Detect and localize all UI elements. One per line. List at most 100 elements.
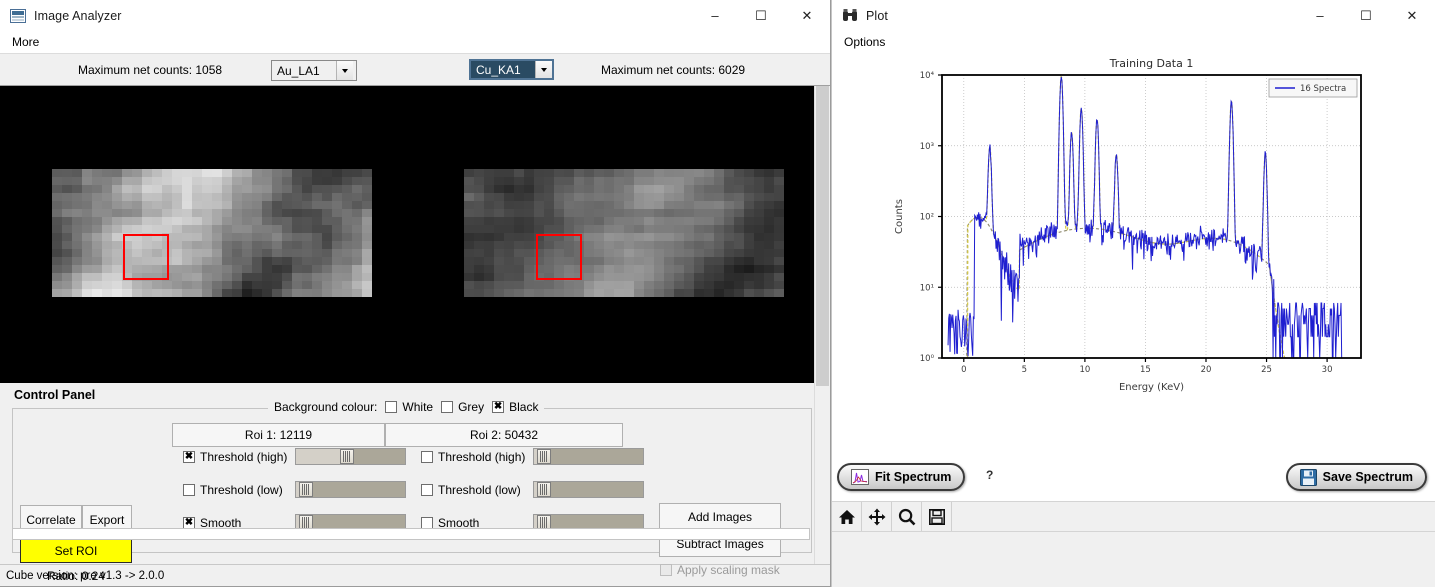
home-icon[interactable] — [832, 502, 862, 532]
image-display-area[interactable] — [0, 86, 830, 383]
horizontal-scrollbar[interactable] — [12, 528, 810, 540]
roi2-threshold-high-label: Threshold (high) — [438, 450, 525, 464]
spectrum-chart[interactable]: Training Data 1051015202530Energy (KeV)1… — [832, 53, 1435, 453]
max-net-counts-left: Maximum net counts: 1058 — [78, 63, 222, 77]
max-net-counts-right: Maximum net counts: 6029 — [601, 63, 745, 77]
fit-spectrum-label: Fit Spectrum — [875, 470, 951, 484]
checkbox-roi2-threshold-low[interactable] — [421, 484, 433, 496]
roi2-button[interactable]: Roi 2: 50432 — [385, 423, 623, 447]
plot-title-text: Plot — [866, 9, 888, 23]
checkbox-grey[interactable] — [441, 401, 453, 413]
move-icon[interactable] — [862, 502, 892, 532]
checkbox-roi2-threshold-high[interactable] — [421, 451, 433, 463]
vertical-scrollbar-thumb[interactable] — [816, 86, 829, 386]
background-option-grey[interactable]: Grey — [441, 400, 484, 414]
svg-text:10⁰: 10⁰ — [920, 354, 935, 364]
svg-text:20: 20 — [1201, 365, 1212, 375]
roi1-threshold-low-slider[interactable] — [295, 481, 406, 498]
background-colour-label: Background colour: — [274, 400, 377, 414]
checkbox-apply-scaling-mask — [660, 564, 672, 576]
analyzer-titlebar: Image Analyzer – ☐ ✕ — [0, 0, 830, 31]
checkbox-black[interactable]: ✖ — [492, 401, 504, 413]
zoom-icon[interactable] — [892, 502, 922, 532]
background-option-white-label: White — [402, 400, 433, 414]
svg-text:10²: 10² — [920, 213, 934, 223]
roi2-threshold-low-checkbox-wrap[interactable]: Threshold (low) — [421, 483, 533, 497]
matplotlib-nav-toolbar — [832, 501, 1435, 531]
svg-text:10: 10 — [1079, 365, 1090, 375]
vertical-scrollbar[interactable] — [814, 86, 830, 564]
roi2-threshold-high-checkbox-wrap[interactable]: Threshold (high) — [421, 450, 533, 464]
svg-text:15: 15 — [1140, 365, 1151, 375]
save-spectrum-label: Save Spectrum — [1323, 470, 1413, 484]
plot-window: Plot – ☐ ✕ Options Training Data 1051015… — [831, 0, 1435, 587]
element-select-left[interactable]: Au_LA1 — [271, 60, 357, 81]
control-panel: Control Panel Background colour: White G… — [0, 383, 830, 564]
roi1-button[interactable]: Roi 1: 12119 — [172, 423, 385, 447]
svg-text:16 Spectra: 16 Spectra — [1300, 84, 1346, 94]
roi2-threshold-low-label: Threshold (low) — [438, 483, 521, 497]
spectrum-chart-svg[interactable]: Training Data 1051015202530Energy (KeV)1… — [832, 53, 1435, 453]
save-spectrum-button[interactable]: Save Spectrum — [1286, 463, 1427, 491]
ratio-label: Ratio: 0.24 — [20, 569, 132, 583]
maximize-button[interactable]: ☐ — [738, 0, 784, 31]
chevron-down-icon — [336, 61, 353, 80]
spectrum-peaks-icon — [851, 469, 869, 485]
checkbox-roi1-threshold-high[interactable]: ✖ — [183, 451, 195, 463]
roi1-threshold-high-row: ✖ Threshold (high) — [183, 448, 406, 465]
background-option-white[interactable]: White — [385, 400, 433, 414]
background-option-black-label: Black — [509, 400, 538, 414]
roi2-threshold-low-slider[interactable] — [533, 481, 644, 498]
close-button[interactable]: ✕ — [1389, 0, 1435, 31]
svg-text:30: 30 — [1322, 365, 1333, 375]
plot-menubar: Options — [832, 31, 1435, 53]
svg-text:0: 0 — [961, 365, 966, 375]
roi1-threshold-high-checkbox-wrap[interactable]: ✖ Threshold (high) — [183, 450, 295, 464]
checkbox-roi1-threshold-low[interactable] — [183, 484, 195, 496]
background-option-grey-label: Grey — [458, 400, 484, 414]
element-map-left[interactable] — [52, 169, 372, 297]
checkbox-roi2-smooth[interactable] — [421, 517, 433, 529]
roi1-threshold-high-slider[interactable] — [295, 448, 406, 465]
save-icon[interactable] — [922, 502, 952, 532]
plot-bottom-filler — [832, 531, 1435, 587]
analyzer-menubar: More — [0, 31, 830, 53]
menu-item-more[interactable]: More — [8, 34, 43, 50]
image-icon — [10, 9, 26, 23]
element-select-right-value: Cu_KA1 — [471, 61, 535, 78]
chevron-down-icon — [535, 61, 552, 78]
svg-text:Counts: Counts — [894, 199, 905, 234]
roi2-threshold-low-row: Threshold (low) — [421, 481, 644, 498]
plot-window-controls: – ☐ ✕ — [1297, 0, 1435, 31]
roi-box-right[interactable] — [536, 234, 582, 280]
maximize-button[interactable]: ☐ — [1343, 0, 1389, 31]
analyzer-toolbar: Maximum net counts: 1058 Au_LA1 Cu_KA1 M… — [0, 53, 830, 86]
element-select-right[interactable]: Cu_KA1 — [469, 59, 554, 80]
roi1-threshold-low-checkbox-wrap[interactable]: Threshold (low) — [183, 483, 295, 497]
add-images-button[interactable]: Add Images — [659, 503, 781, 530]
set-roi-button[interactable]: Set ROI — [20, 538, 132, 563]
background-colour-legend: Background colour: White Grey ✖ Black — [268, 400, 544, 414]
analyzer-window-controls: – ☐ ✕ — [692, 0, 830, 31]
element-select-left-value: Au_LA1 — [272, 61, 336, 80]
plot-titlebar: Plot – ☐ ✕ — [832, 0, 1435, 31]
checkbox-white[interactable] — [385, 401, 397, 413]
checkbox-roi1-smooth[interactable]: ✖ — [183, 517, 195, 529]
roi2-threshold-high-slider[interactable] — [533, 448, 644, 465]
analyzer-title: Image Analyzer — [34, 9, 122, 23]
minimize-button[interactable]: – — [692, 0, 738, 31]
fit-spectrum-button[interactable]: Fit Spectrum — [837, 463, 965, 491]
svg-text:Energy (KeV): Energy (KeV) — [1119, 382, 1184, 393]
help-button[interactable]: ? — [986, 468, 993, 482]
menu-item-options[interactable]: Options — [840, 34, 889, 50]
roi1-threshold-low-row: Threshold (low) — [183, 481, 406, 498]
close-button[interactable]: ✕ — [784, 0, 830, 31]
roi1-threshold-low-label: Threshold (low) — [200, 483, 283, 497]
minimize-button[interactable]: – — [1297, 0, 1343, 31]
svg-text:Training Data 1: Training Data 1 — [1109, 57, 1194, 70]
background-option-black[interactable]: ✖ Black — [492, 400, 538, 414]
image-analyzer-window: Image Analyzer – ☐ ✕ More Maximum net co… — [0, 0, 831, 587]
element-map-right[interactable] — [464, 169, 784, 297]
svg-text:10³: 10³ — [920, 142, 934, 152]
roi-box-left[interactable] — [123, 234, 169, 280]
